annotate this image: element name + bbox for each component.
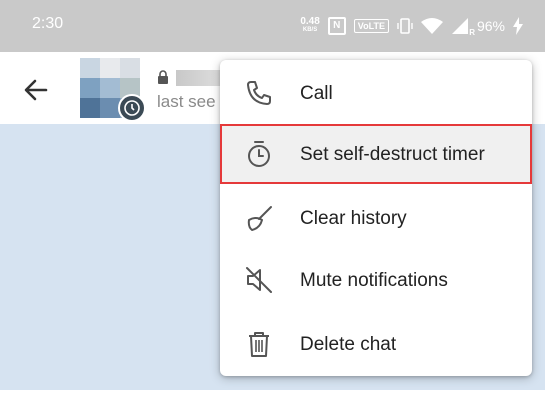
status-time: 2:30 xyxy=(32,15,64,32)
timer-icon xyxy=(248,141,270,167)
vibrate-icon xyxy=(397,17,413,35)
net-speed-value: 0.48 xyxy=(300,16,320,27)
battery-percent: 96% xyxy=(476,18,505,34)
menu-item-delete-chat[interactable]: Delete chat xyxy=(220,314,532,374)
nfc-icon: N xyxy=(327,17,346,35)
net-speed-indicator: 0.48 KB/S xyxy=(300,17,319,35)
broom-icon xyxy=(247,206,272,231)
trash-icon xyxy=(249,332,269,357)
net-speed-unit: KB/S xyxy=(302,27,318,33)
menu-item-clear-history[interactable]: Clear history xyxy=(220,188,532,248)
chat-options-menu: Call Set self-destruct timer Clear histo… xyxy=(220,60,532,376)
volte-icon: VoLTE xyxy=(353,19,389,33)
menu-item-mute-notifications[interactable]: Mute notifications xyxy=(220,250,532,310)
menu-item-label: Clear history xyxy=(300,208,407,229)
wifi-icon xyxy=(420,18,443,34)
menu-item-label: Delete chat xyxy=(300,334,397,355)
status-icons: 0.48 KB/S N VoLTE R 96% xyxy=(300,12,523,40)
menu-item-label: Set self-destruct timer xyxy=(300,144,485,165)
contact-name-redacted xyxy=(176,70,226,86)
back-button[interactable] xyxy=(18,72,54,108)
network-type-label: R xyxy=(469,28,475,37)
phone-icon xyxy=(247,81,271,105)
menu-item-label: Mute notifications xyxy=(300,270,448,291)
status-bar: 2:30 0.48 KB/S N VoLTE R 96% xyxy=(0,0,545,52)
signal-icon: R xyxy=(451,17,475,37)
charging-icon xyxy=(513,17,523,35)
menu-item-self-destruct-timer[interactable]: Set self-destruct timer xyxy=(220,124,532,184)
timer-badge-icon xyxy=(118,94,146,122)
mute-icon xyxy=(246,267,272,293)
menu-item-call[interactable]: Call xyxy=(220,63,532,123)
lock-icon xyxy=(158,70,168,84)
menu-item-label: Call xyxy=(300,83,333,104)
contact-last-seen: last see xyxy=(157,92,216,111)
arrow-left-icon xyxy=(24,79,48,101)
bottom-edge xyxy=(0,390,545,396)
